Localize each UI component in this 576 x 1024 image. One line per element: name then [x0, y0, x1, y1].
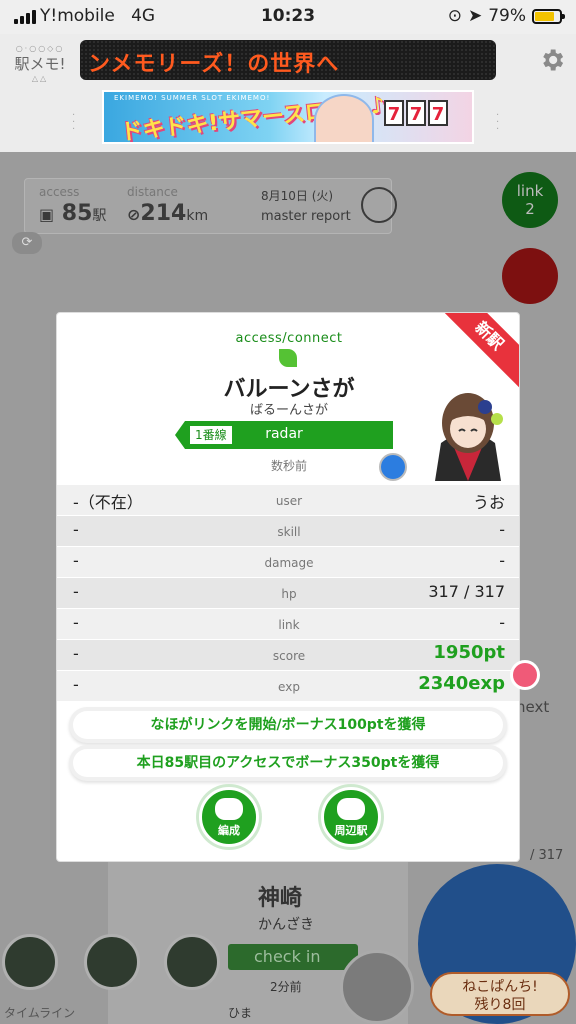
nearby-stations-button[interactable]: 周辺駅	[321, 787, 381, 847]
leaf-icon	[279, 349, 297, 367]
stat-value: -	[499, 520, 505, 539]
refresh-icon[interactable]: ⟳	[12, 232, 42, 254]
access-label: access	[39, 185, 80, 199]
access-summary-card[interactable]: access ▣ 85駅 distance ⊘214km 8月10日 (火) m…	[24, 178, 397, 234]
banner-next-dots: · · ·	[496, 110, 500, 135]
briefcase-icon[interactable]	[340, 950, 414, 1024]
current-station-name: 神崎	[258, 886, 303, 911]
bonus-message: 本日85駅目のアクセスでボーナス350ptを獲得	[73, 749, 503, 777]
checkin-button[interactable]: check in	[228, 944, 358, 970]
app-header: ○·○○◇○ 駅メモ! △△ ンメモリーズ！の世界へ · · · EKIMEMO! …	[0, 34, 576, 152]
link-label: link	[516, 182, 544, 200]
stat-key: link	[278, 618, 300, 632]
app-logo-text: 駅メモ!	[14, 55, 66, 73]
link-count: 2	[525, 200, 535, 218]
station-count: / 317	[530, 848, 564, 863]
station-icon	[337, 798, 365, 820]
timeline-icon[interactable]	[84, 934, 140, 990]
checkin-time: 2分前	[270, 980, 302, 994]
rotation-lock-icon: ⊙	[447, 6, 462, 26]
stat-row: - link -	[57, 609, 519, 640]
next-label: next	[516, 698, 550, 716]
neko-title: ねこぱんち!	[462, 979, 538, 995]
access-mode: radar	[265, 426, 303, 442]
stat-row: - damage -	[57, 547, 519, 578]
distance-label: distance	[127, 185, 178, 199]
formation-label: 編成	[218, 824, 240, 837]
checkin-label: check in	[254, 947, 321, 966]
app-logo[interactable]: ○·○○◇○ 駅メモ! △△	[10, 44, 70, 94]
current-station-kana: かんざき	[258, 917, 314, 933]
station-list-icon[interactable]	[164, 934, 220, 990]
stat-value: 2340exp	[418, 673, 505, 694]
stat-row: - hp 317 / 317	[57, 578, 519, 609]
event-banner[interactable]: EKIMEMO! SUMMER SLOT EKIMEMO! ドキドキ!サマースロ…	[102, 90, 474, 144]
neko-remaining: 残り8回	[474, 997, 526, 1013]
stat-row: - score 1950pt	[57, 640, 519, 671]
denko-name: ひま	[228, 1006, 253, 1020]
distance-value: ⊘214km	[127, 201, 209, 226]
slot-reel: 7	[428, 100, 448, 126]
stat-key: user	[275, 494, 303, 508]
battery-percent: 79%	[488, 6, 526, 26]
banner-prev-dots: · · ·	[72, 110, 76, 135]
slot-reel: 7	[406, 100, 426, 126]
compass-icon: ⊘	[127, 205, 141, 224]
timeline-label: タイムライン	[4, 1006, 76, 1020]
slot-reel: 7	[384, 100, 404, 126]
train-small-icon: ▣	[39, 205, 55, 224]
nearby-stations-label: 周辺駅	[334, 824, 368, 837]
formation-icon	[215, 798, 243, 820]
stat-row: -（不在） user うお	[57, 485, 519, 516]
globe-icon[interactable]	[379, 453, 407, 481]
access-result-dialog: 新駅 access/connect バルーンさが ばるーんさが 1番線 rada…	[56, 312, 520, 862]
banner-character	[314, 94, 374, 142]
stat-value: うお	[472, 493, 505, 512]
battery-icon	[532, 8, 565, 24]
status-right: ⊙ ➤ 79%	[447, 6, 565, 26]
neko-punch-counter[interactable]: ねこぱんち! 残り8回	[430, 972, 570, 1016]
report-date: 8月10日 (火)	[261, 189, 334, 203]
line-badge: 1番線 radar	[175, 421, 393, 449]
access-stats-table: -（不在） user うお - skill - - damage - - hp 317 / 317- l…	[57, 485, 519, 702]
stat-key: damage	[264, 556, 314, 570]
link-button[interactable]: link 2	[502, 172, 558, 228]
ticker-text: ンメモリーズ！の世界へ	[88, 52, 340, 77]
access-value: ▣ 85駅	[39, 201, 107, 226]
location-icon: ➤	[467, 6, 483, 26]
denko-avatar[interactable]	[427, 383, 509, 481]
bonus-message: なほがリンクを開始/ボーナス100ptを獲得	[73, 711, 503, 739]
train-icon[interactable]	[361, 187, 397, 223]
stat-value: 1950pt	[433, 642, 505, 663]
stat-value: -	[499, 551, 505, 570]
news-ticker[interactable]: ンメモリーズ！の世界へ	[80, 40, 496, 80]
gear-icon[interactable]	[538, 46, 566, 74]
home-icon[interactable]	[2, 934, 58, 990]
slot-reels: 7 7 7	[384, 100, 448, 126]
master-report-link[interactable]: master report	[261, 209, 351, 224]
status-bar: Y!mobile 4G 10:23 ⊙ ➤ 79%	[0, 0, 576, 34]
stat-row: - exp 2340exp	[57, 671, 519, 702]
bell-icon[interactable]	[502, 248, 558, 304]
stat-value: -	[499, 613, 505, 632]
formation-button[interactable]: 編成	[199, 787, 259, 847]
stat-value: 317 / 317	[428, 582, 505, 601]
stat-key: skill	[277, 525, 301, 539]
exp-badge-icon[interactable]	[510, 660, 540, 690]
access-connect-label: access/connect	[235, 331, 343, 346]
stat-row: - skill -	[57, 516, 519, 547]
